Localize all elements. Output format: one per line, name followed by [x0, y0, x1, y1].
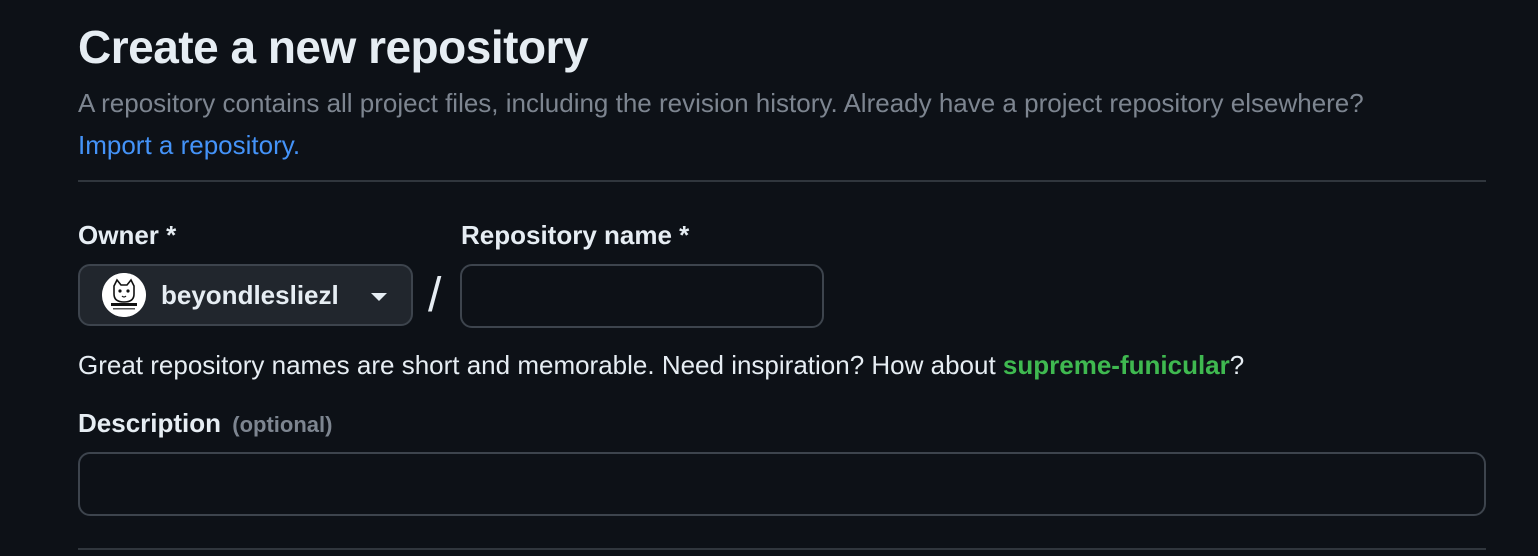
- hint-suffix: ?: [1229, 350, 1245, 380]
- lead-text: A repository contains all project files,…: [78, 88, 1364, 118]
- create-repository-page: Create a new repository A repository con…: [0, 0, 1538, 556]
- hint-text: Great repository names are short and mem…: [78, 350, 1003, 380]
- cat-avatar-icon: [102, 273, 146, 317]
- suggested-name-link[interactable]: supreme-funicular: [1003, 350, 1230, 380]
- owner-repo-separator: /: [428, 269, 442, 322]
- header-divider: [78, 180, 1486, 182]
- repository-name-input[interactable]: [460, 264, 824, 328]
- page-title: Create a new repository: [78, 21, 589, 73]
- chevron-down-icon: [371, 293, 387, 301]
- repository-name-hint: Great repository names are short and mem…: [78, 346, 1244, 384]
- import-repository-link[interactable]: Import a repository.: [78, 130, 300, 160]
- owner-dropdown[interactable]: beyondlesliezl: [78, 264, 413, 326]
- repository-name-label: Repository name *: [461, 220, 690, 250]
- page-description: A repository contains all project files,…: [78, 82, 1398, 166]
- description-label-text: Description: [78, 408, 222, 438]
- description-input[interactable]: [78, 452, 1486, 516]
- owner-name: beyondlesliezl: [161, 279, 339, 310]
- section-divider: [78, 548, 1486, 550]
- optional-tag: (optional): [232, 412, 333, 437]
- owner-label: Owner *: [78, 220, 177, 250]
- description-label: Description (optional): [78, 407, 332, 441]
